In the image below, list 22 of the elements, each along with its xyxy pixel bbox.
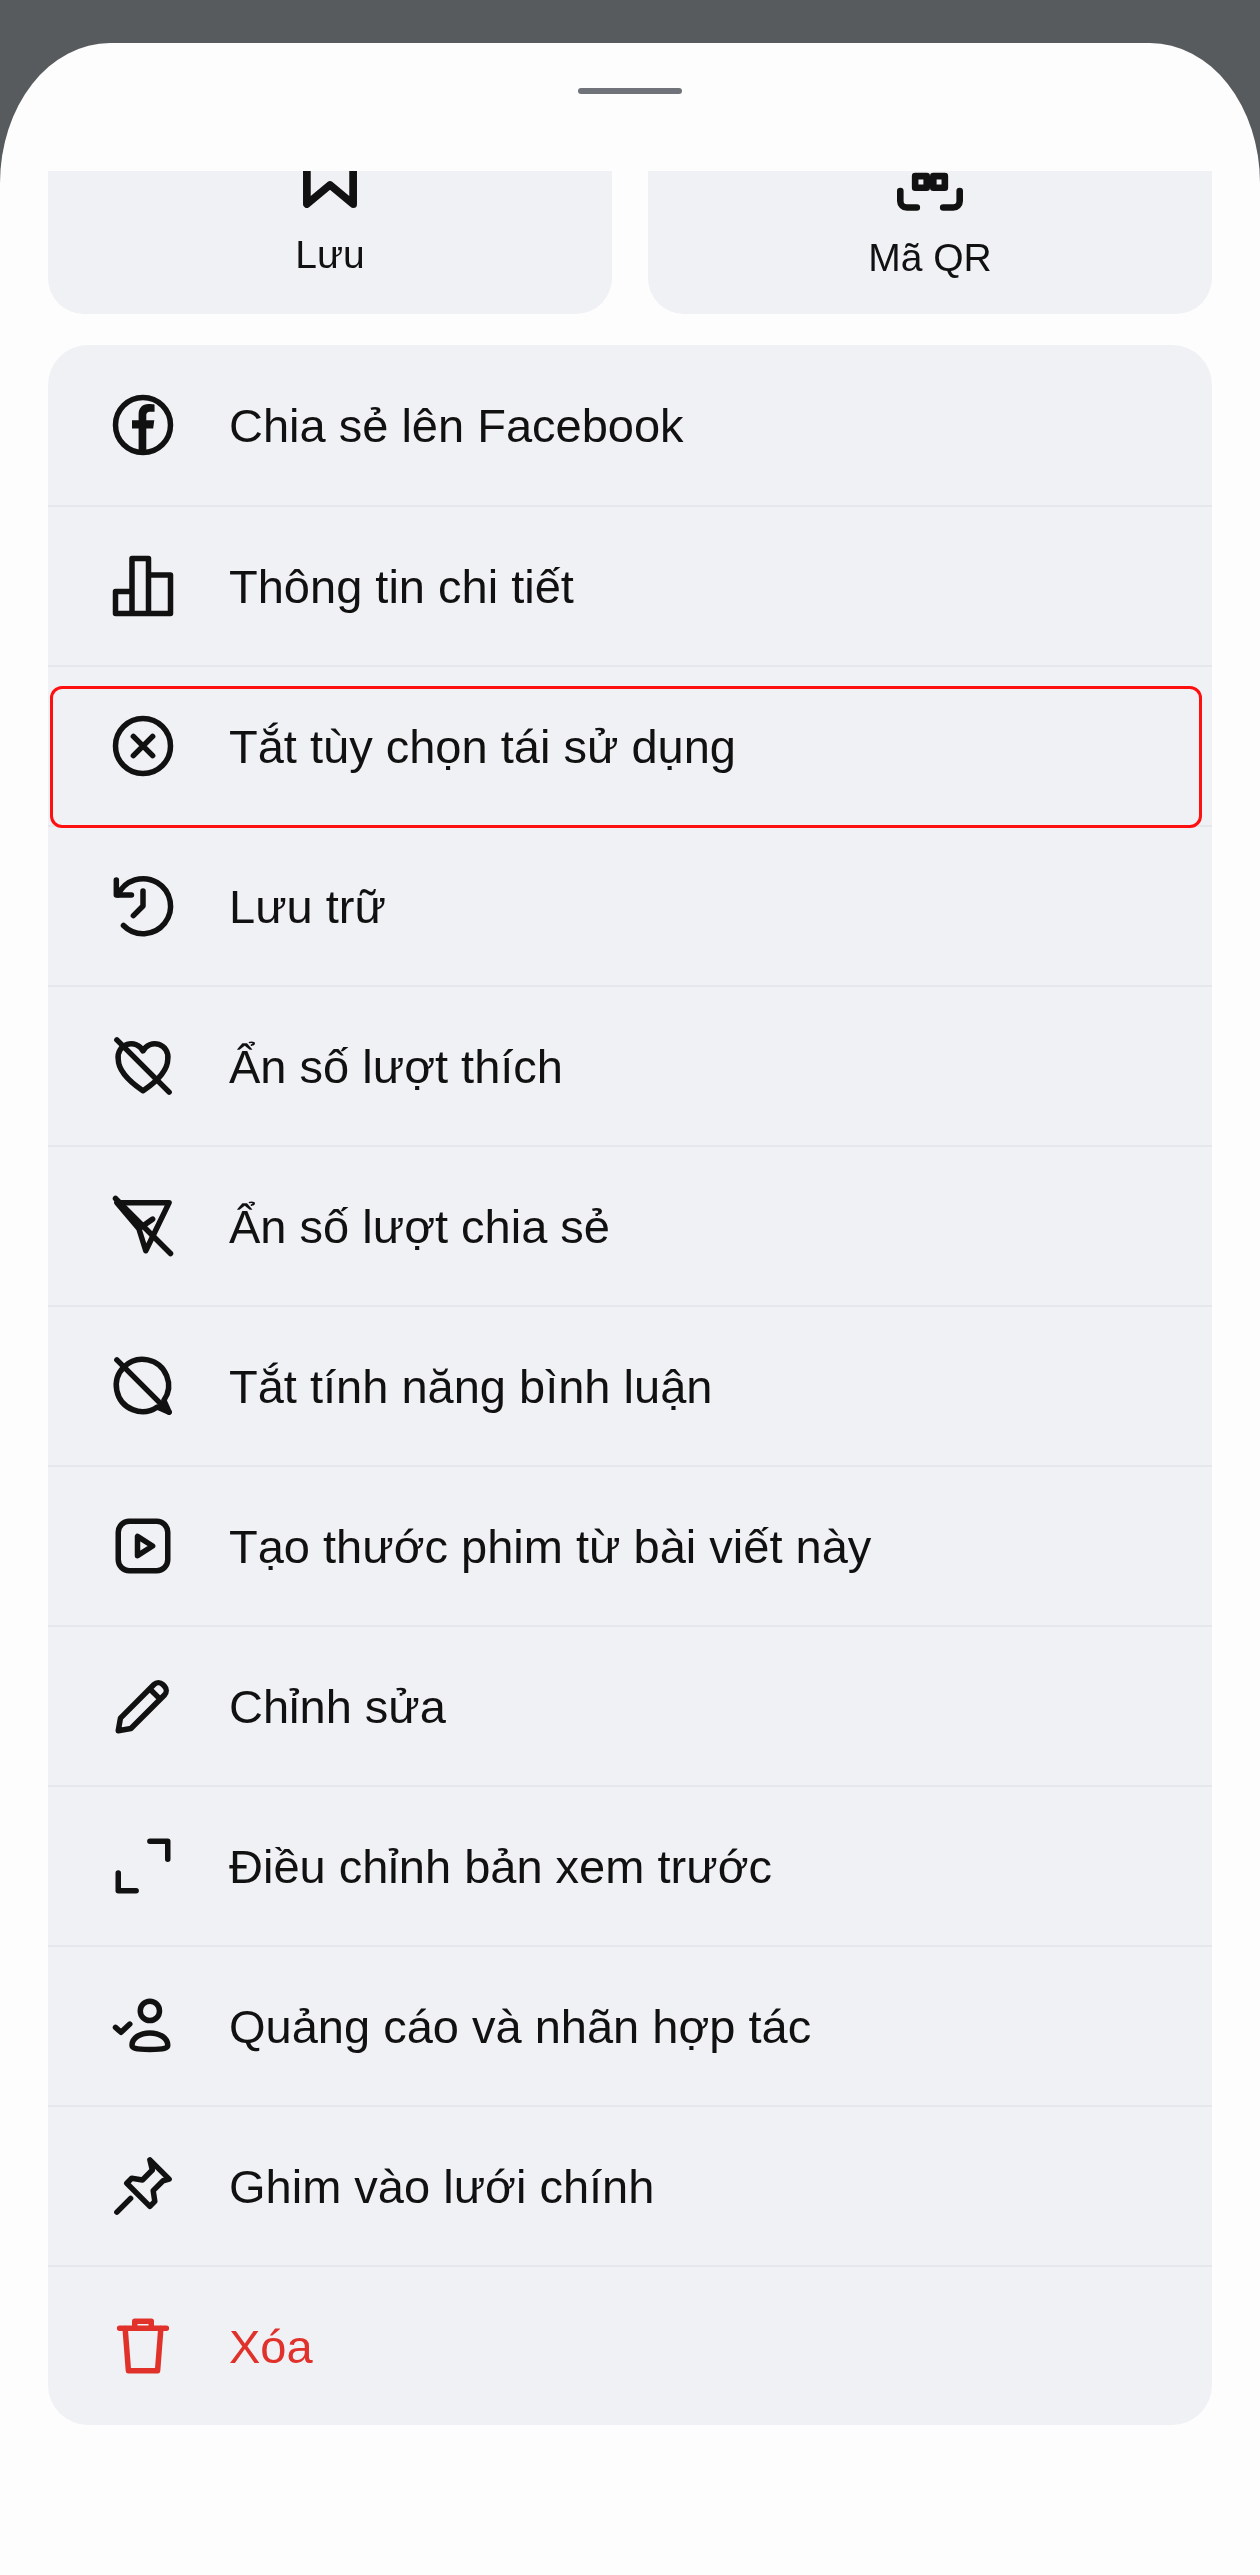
menu-item[interactable]: Quảng cáo và nhãn hợp tác [48,1945,1212,2105]
menu-item[interactable]: Ghim vào lưới chính [48,2105,1212,2265]
menu-item[interactable]: Thông tin chi tiết [48,505,1212,665]
menu-item[interactable]: Xóa [48,2265,1212,2425]
action-tile[interactable]: Mã QR [648,171,1212,314]
grabber-handle[interactable] [578,88,682,94]
qr-code-icon [897,171,963,211]
menu-item[interactable]: Chỉnh sửa [48,1625,1212,1785]
bookmark-icon [303,171,357,208]
close-circle-icon [110,713,176,779]
menu-item[interactable]: Ẩn số lượt chia sẻ [48,1145,1212,1305]
menu-item[interactable]: Tắt tùy chọn tái sử dụng [48,665,1212,825]
menu-item[interactable]: Chia sẻ lên Facebook [48,345,1212,505]
menu-item[interactable]: Lưu trữ [48,825,1212,985]
menu-item[interactable]: Điều chỉnh bản xem trước [48,1785,1212,1945]
bar-chart-icon [110,553,176,619]
facebook-icon [110,392,176,458]
menu-item[interactable]: Ẩn số lượt thích [48,985,1212,1145]
paper-plane-off-icon [110,1193,176,1259]
menu-item[interactable]: Tắt tính năng bình luận [48,1305,1212,1465]
action-tile[interactable]: Lưu [48,171,612,314]
menu-item[interactable]: Tạo thước phim từ bài viết này [48,1465,1212,1625]
